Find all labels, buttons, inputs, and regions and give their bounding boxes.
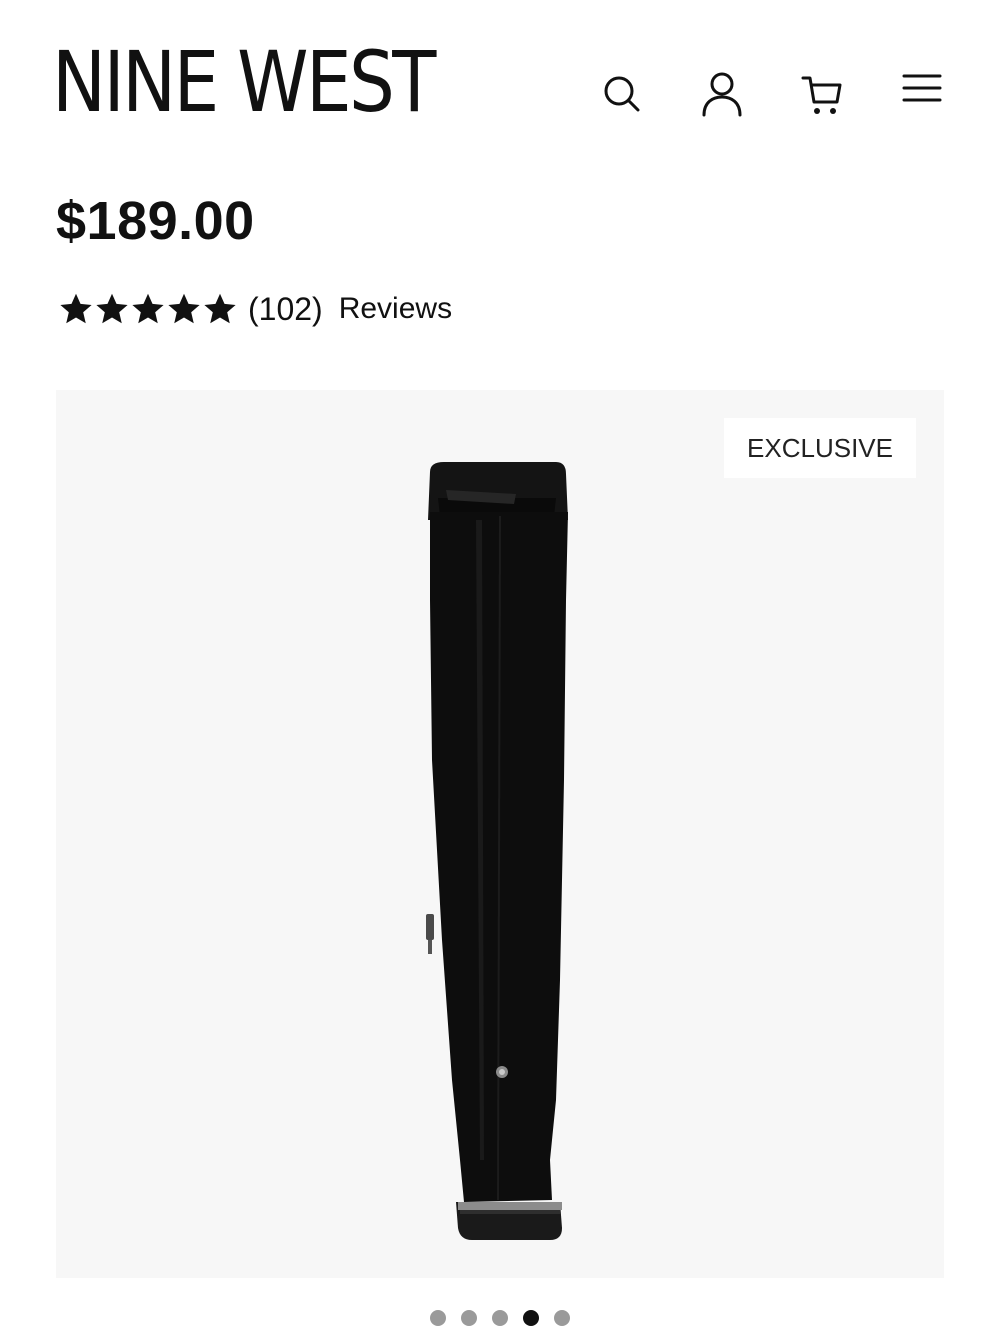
menu-button[interactable] — [894, 60, 950, 116]
review-count: (102) — [248, 290, 323, 327]
star-icon — [60, 293, 92, 324]
carousel-dot[interactable] — [430, 1310, 446, 1326]
carousel-dot[interactable] — [461, 1310, 477, 1326]
star-icon — [132, 293, 164, 324]
star-icon — [168, 293, 200, 324]
cart-button[interactable] — [794, 66, 850, 122]
star-icon — [96, 293, 128, 324]
product-image-gallery[interactable]: EXCLUSIVE — [56, 390, 944, 1278]
brand-logo[interactable]: NINE WEST — [52, 40, 436, 124]
carousel-dot-active[interactable] — [523, 1310, 539, 1326]
menu-icon — [902, 72, 942, 104]
search-icon — [602, 74, 642, 114]
account-icon — [701, 71, 743, 117]
site-header: NINE WEST — [0, 0, 1000, 150]
search-button[interactable] — [594, 66, 650, 122]
product-image-boot — [426, 462, 568, 1240]
star-icon — [204, 293, 236, 324]
star-rating — [58, 291, 238, 327]
carousel-dot[interactable] — [492, 1310, 508, 1326]
carousel-dots — [0, 1310, 1000, 1326]
reviews-link[interactable]: Reviews — [339, 292, 452, 326]
account-button[interactable] — [694, 66, 750, 122]
product-page: NINE WEST $189.00 (102) Reviews EXCLUSIV… — [0, 0, 1000, 1333]
exclusive-badge: EXCLUSIVE — [724, 418, 916, 478]
cart-icon — [800, 72, 844, 116]
carousel-dot[interactable] — [554, 1310, 570, 1326]
product-price: $189.00 — [56, 191, 255, 251]
rating-summary[interactable]: (102) Reviews — [58, 286, 452, 332]
